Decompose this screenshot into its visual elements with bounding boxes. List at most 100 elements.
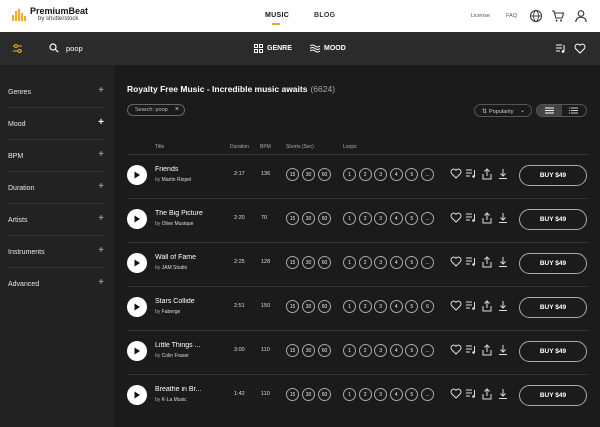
track-title[interactable]: The Big Picture bbox=[155, 210, 225, 217]
search-icon[interactable] bbox=[49, 43, 59, 53]
loop-button[interactable]: 2 bbox=[358, 388, 372, 401]
loop-button[interactable]: 4 bbox=[389, 212, 403, 225]
download-icon[interactable] bbox=[497, 344, 509, 356]
loop-button[interactable]: 1 bbox=[343, 212, 356, 225]
loop-button[interactable]: 5 bbox=[405, 168, 419, 181]
loop-button[interactable]: 4 bbox=[389, 168, 403, 181]
track-title[interactable]: Little Things ... bbox=[155, 342, 225, 349]
short-edit-button[interactable]: 30 bbox=[302, 168, 315, 181]
track-artist[interactable]: Martin Riopel bbox=[162, 177, 191, 183]
loop-button[interactable]: 5 bbox=[405, 344, 419, 357]
share-icon[interactable] bbox=[481, 388, 493, 400]
sidebar-item-artists[interactable]: Artists + bbox=[8, 204, 104, 236]
track-artist[interactable]: JAM Studio bbox=[162, 265, 188, 271]
loop-button[interactable]: 4 bbox=[389, 256, 403, 269]
short-edit-button[interactable]: 15 bbox=[286, 256, 299, 269]
loop-button[interactable]: 2 bbox=[358, 300, 372, 313]
loop-button[interactable]: ... bbox=[421, 168, 434, 181]
buy-button[interactable]: BUY $49 bbox=[519, 385, 587, 406]
short-edit-button[interactable]: 15 bbox=[286, 300, 299, 313]
loop-button[interactable]: 4 bbox=[389, 344, 403, 357]
sidebar-item-duration[interactable]: Duration + bbox=[8, 172, 104, 204]
track-artist[interactable]: Olive Musique bbox=[162, 221, 194, 227]
short-edit-button[interactable]: 60 bbox=[318, 256, 331, 269]
loop-button[interactable]: 5 bbox=[405, 256, 419, 269]
genre-filter-button[interactable]: GENRE bbox=[254, 44, 292, 53]
track-title[interactable]: Friends bbox=[155, 166, 225, 173]
premiumbeat-logo[interactable]: PremiumBeat by shutterstock bbox=[12, 7, 88, 23]
short-edit-button[interactable]: 60 bbox=[318, 300, 331, 313]
loop-button[interactable]: 3 bbox=[374, 212, 388, 225]
favorite-heart-icon[interactable] bbox=[450, 256, 462, 268]
loop-button[interactable]: 1 bbox=[343, 388, 356, 401]
similar-tracks-icon[interactable] bbox=[465, 388, 477, 400]
short-edit-button[interactable]: 15 bbox=[286, 388, 299, 401]
nav-faq[interactable]: FAQ bbox=[506, 13, 517, 19]
short-edit-button[interactable]: 60 bbox=[318, 212, 331, 225]
heart-icon[interactable] bbox=[574, 43, 586, 54]
track-title[interactable]: Breathe in Br... bbox=[155, 386, 225, 393]
buy-button[interactable]: BUY $49 bbox=[519, 341, 587, 362]
loop-button[interactable]: 5 bbox=[405, 212, 419, 225]
loop-button[interactable]: 3 bbox=[374, 300, 388, 313]
short-edit-button[interactable]: 15 bbox=[286, 168, 299, 181]
download-icon[interactable] bbox=[497, 212, 509, 224]
nav-music[interactable]: MUSIC bbox=[265, 12, 289, 19]
short-edit-button[interactable]: 30 bbox=[302, 256, 315, 269]
sort-dropdown[interactable]: ⇅ Popularity ⌄ bbox=[474, 104, 532, 117]
loop-button[interactable]: ... bbox=[421, 344, 434, 357]
short-edit-button[interactable]: 30 bbox=[302, 344, 315, 357]
loop-button[interactable]: 2 bbox=[358, 256, 372, 269]
loop-button[interactable]: 3 bbox=[374, 256, 388, 269]
loop-button[interactable]: 5 bbox=[405, 388, 419, 401]
similar-tracks-icon[interactable] bbox=[465, 300, 477, 312]
play-button[interactable] bbox=[127, 341, 147, 361]
nav-license[interactable]: License bbox=[471, 13, 490, 19]
favorite-heart-icon[interactable] bbox=[450, 168, 462, 180]
short-edit-button[interactable]: 30 bbox=[302, 212, 315, 225]
similar-tracks-icon[interactable] bbox=[465, 212, 477, 224]
sidebar-item-instruments[interactable]: Instruments + bbox=[8, 236, 104, 268]
filter-sliders-icon[interactable] bbox=[12, 43, 23, 54]
loop-button[interactable]: 3 bbox=[374, 388, 388, 401]
short-edit-button[interactable]: 15 bbox=[286, 212, 299, 225]
loop-button[interactable]: 2 bbox=[358, 212, 372, 225]
buy-button[interactable]: BUY $49 bbox=[519, 253, 587, 274]
share-icon[interactable] bbox=[481, 344, 493, 356]
loop-button[interactable]: 3 bbox=[374, 168, 388, 181]
short-edit-button[interactable]: 60 bbox=[318, 388, 331, 401]
short-edit-button[interactable]: 30 bbox=[302, 300, 315, 313]
sidebar-item-mood[interactable]: Mood + bbox=[8, 108, 104, 140]
similar-tracks-icon[interactable] bbox=[465, 344, 477, 356]
track-title[interactable]: Stars Collide bbox=[155, 298, 225, 305]
sidebar-item-advanced[interactable]: Advanced + bbox=[8, 268, 104, 300]
sidebar-item-bpm[interactable]: BPM + bbox=[8, 140, 104, 172]
download-icon[interactable] bbox=[497, 300, 509, 312]
nav-blog[interactable]: BLOG bbox=[314, 12, 335, 19]
search-input[interactable]: poop bbox=[66, 44, 83, 53]
short-edit-button[interactable]: 60 bbox=[318, 344, 331, 357]
play-button[interactable] bbox=[127, 297, 147, 317]
loop-button[interactable]: 1 bbox=[343, 300, 356, 313]
playlist-icon[interactable] bbox=[555, 43, 566, 54]
share-icon[interactable] bbox=[481, 256, 493, 268]
loop-button[interactable]: ... bbox=[421, 388, 434, 401]
search-filter-chip[interactable]: Search: poop × bbox=[127, 104, 185, 116]
favorite-heart-icon[interactable] bbox=[450, 300, 462, 312]
loop-button[interactable]: ... bbox=[421, 256, 434, 269]
loop-button[interactable]: 6 bbox=[421, 300, 434, 313]
globe-icon[interactable] bbox=[529, 9, 543, 23]
loop-button[interactable]: ... bbox=[421, 212, 434, 225]
loop-button[interactable]: 4 bbox=[389, 300, 403, 313]
loop-button[interactable]: 4 bbox=[389, 388, 403, 401]
play-button[interactable] bbox=[127, 209, 147, 229]
favorite-heart-icon[interactable] bbox=[450, 388, 462, 400]
compact-list-view-button[interactable] bbox=[562, 105, 587, 116]
mood-filter-button[interactable]: MOOD bbox=[310, 44, 346, 53]
short-edit-button[interactable]: 60 bbox=[318, 168, 331, 181]
share-icon[interactable] bbox=[481, 168, 493, 180]
favorite-heart-icon[interactable] bbox=[450, 212, 462, 224]
buy-button[interactable]: BUY $49 bbox=[519, 165, 587, 186]
track-artist[interactable]: Colin Fraser bbox=[162, 353, 189, 359]
track-artist[interactable]: Faberge bbox=[162, 309, 181, 315]
